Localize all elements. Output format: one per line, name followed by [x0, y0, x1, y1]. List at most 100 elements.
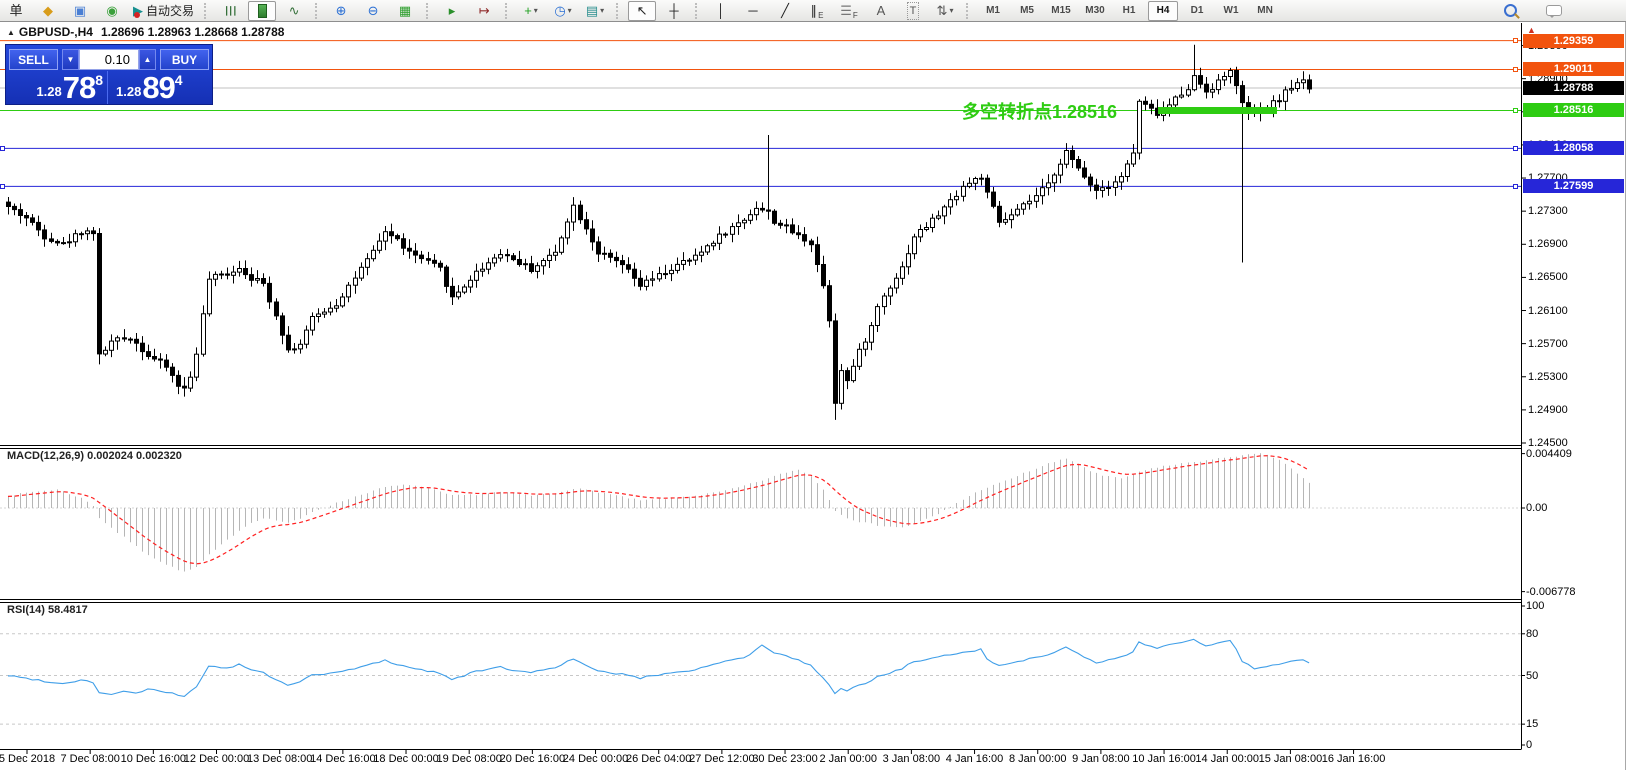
chart-canvas[interactable] [0, 22, 1626, 770]
tile-windows-icon-glyph: ▦ [399, 3, 411, 19]
macd-indicator-label: MACD(12,26,9) 0.002024 0.002320 [7, 450, 182, 462]
candlestick-icon[interactable] [248, 1, 276, 21]
buy-price-pip: 4 [175, 72, 183, 88]
crosshair-icon[interactable]: ┼ [660, 1, 688, 21]
chart-window[interactable]: 1.293001.289001.285001.281001.277001.273… [0, 22, 1626, 770]
toolbar-search-button[interactable] [1496, 1, 1524, 21]
sell-price-prefix: 1.28 [36, 84, 61, 99]
line-right-handle[interactable] [1513, 108, 1518, 113]
text-icon[interactable]: A [867, 1, 895, 21]
fibonacci-icon[interactable]: ☰F [835, 1, 863, 21]
arrows-icon-dropdown[interactable]: ▾ [949, 6, 953, 15]
sell-price-big: 78 [63, 73, 95, 102]
chart-scroll-marker-icon[interactable]: ▲ [1527, 25, 1536, 35]
horizontal-line-icon-glyph: ─ [748, 3, 757, 19]
bar-chart-icon[interactable]: ☰ [216, 1, 244, 21]
trendline-icon-glyph: ╱ [781, 3, 789, 19]
trendline-icon[interactable]: ╱ [771, 1, 799, 21]
indicators-icon-dropdown[interactable]: ▾ [534, 6, 538, 15]
chart-ohlc-values: 1.28696 1.28963 1.28668 1.28788 [101, 25, 285, 39]
text-icon-glyph: A [877, 3, 886, 19]
volume-input[interactable] [79, 49, 139, 70]
toolbar-separator [426, 3, 431, 19]
tile-windows-icon[interactable]: ▦ [391, 1, 419, 21]
chart-symbol-period: GBPUSD-,H4 [19, 25, 93, 39]
vertical-line-icon[interactable]: │ [707, 1, 735, 21]
metaeditor-icon-glyph: ◆ [43, 3, 53, 19]
autotrading-button[interactable]: ▶自动交易 [130, 1, 197, 21]
signals-icon[interactable]: ◉ [98, 1, 126, 21]
timeframe-m30-button[interactable]: M30 [1080, 1, 1110, 21]
toolbar-separator [616, 3, 621, 19]
toolbar-groups: 单◆▣◉▶自动交易☰∿⊕⊖▦▸↦+▾◷▾▤▾↖┼│─╱∥E☰FAT⇅▾M1M5M… [0, 0, 1494, 22]
collapse-icon[interactable]: ▲ [7, 28, 15, 37]
sell-button[interactable]: SELL [9, 49, 58, 70]
cursor-icon-glyph: ↖ [637, 3, 648, 19]
candlestick-glyph [258, 4, 267, 18]
autotrading-button-label: 自动交易 [146, 2, 194, 19]
buy-price-prefix: 1.28 [116, 84, 141, 99]
line-right-handle[interactable] [1513, 146, 1518, 151]
rsi-indicator-label: RSI(14) 58.4817 [7, 604, 88, 616]
chart-shift-icon[interactable]: ↦ [470, 1, 498, 21]
indicators-icon-glyph: + [524, 3, 532, 19]
zoom-out-icon-glyph: ⊖ [368, 3, 379, 19]
volume-down-button[interactable]: ▼ [62, 49, 79, 70]
time-axis[interactable] [0, 749, 1521, 770]
search-icon [1504, 4, 1517, 17]
timeframe-m1-button[interactable]: M1 [978, 1, 1008, 21]
line-right-handle[interactable] [1513, 38, 1518, 43]
rsi-line [8, 639, 1309, 696]
channel-icon[interactable]: ∥E [803, 1, 831, 21]
pivot-annotation: 多空转折点1.28516 [962, 98, 1117, 124]
templates-icon[interactable]: ▤▾ [581, 1, 609, 21]
zoom-in-icon[interactable]: ⊕ [327, 1, 355, 21]
line-right-handle[interactable] [1513, 184, 1518, 189]
line-chart-icon[interactable]: ∿ [280, 1, 308, 21]
auto-scroll-icon-glyph: ▸ [449, 3, 456, 19]
volume-up-button[interactable]: ▲ [139, 49, 156, 70]
toolbar-chat-button[interactable] [1540, 1, 1568, 21]
timeframe-m15-button[interactable]: M15 [1046, 1, 1076, 21]
chat-icon [1546, 5, 1562, 16]
zoom-out-icon[interactable]: ⊖ [359, 1, 387, 21]
timeframe-d1-button[interactable]: D1 [1182, 1, 1212, 21]
toolbar-separator [204, 3, 209, 19]
text-label-icon[interactable]: T [899, 1, 927, 21]
templates-icon-dropdown[interactable]: ▾ [600, 6, 604, 15]
toolbar-separator [966, 3, 971, 19]
horizontal-lines[interactable] [0, 41, 1521, 187]
line-left-handle[interactable] [0, 146, 5, 151]
periods-icon-dropdown[interactable]: ▾ [568, 6, 572, 15]
metaeditor-icon[interactable]: ◆ [34, 1, 62, 21]
channel-icon-sub: E [818, 11, 823, 20]
periods-icon[interactable]: ◷▾ [549, 1, 577, 21]
buy-button[interactable]: BUY [160, 49, 209, 70]
indicators-icon[interactable]: +▾ [517, 1, 545, 21]
crosshair-icon-glyph: ┼ [669, 3, 678, 19]
market-watch-icon[interactable]: ▣ [66, 1, 94, 21]
line-chart-icon-glyph: ∿ [289, 3, 300, 19]
timeframe-h1-button[interactable]: H1 [1114, 1, 1144, 21]
timeframe-mn-button[interactable]: MN [1250, 1, 1280, 21]
autotrading-button-status-dot [134, 12, 140, 18]
top-toolbar: 单◆▣◉▶自动交易☰∿⊕⊖▦▸↦+▾◷▾▤▾↖┼│─╱∥E☰FAT⇅▾M1M5M… [0, 0, 1626, 22]
horizontal-line-icon[interactable]: ─ [739, 1, 767, 21]
toolbar-separator [505, 3, 510, 19]
periods-icon-glyph: ◷ [554, 3, 565, 19]
timeframe-h4-button[interactable]: H4 [1148, 1, 1178, 21]
auto-scroll-icon[interactable]: ▸ [438, 1, 466, 21]
buy-price-display[interactable]: 1.28894 [108, 71, 209, 104]
timeframe-w1-button[interactable]: W1 [1216, 1, 1246, 21]
cursor-icon[interactable]: ↖ [628, 1, 656, 21]
line-right-handle[interactable] [1513, 67, 1518, 72]
zoom-in-icon-glyph: ⊕ [336, 3, 347, 19]
price-axis[interactable] [1522, 22, 1626, 749]
new-order-button[interactable]: 单 [2, 1, 30, 21]
sell-price-display[interactable]: 1.28788 [6, 71, 107, 104]
chart-shift-icon-glyph: ↦ [479, 3, 490, 19]
arrows-icon[interactable]: ⇅▾ [931, 1, 959, 21]
toolbar-separator [315, 3, 320, 19]
timeframe-m5-button[interactable]: M5 [1012, 1, 1042, 21]
line-left-handle[interactable] [0, 184, 5, 189]
